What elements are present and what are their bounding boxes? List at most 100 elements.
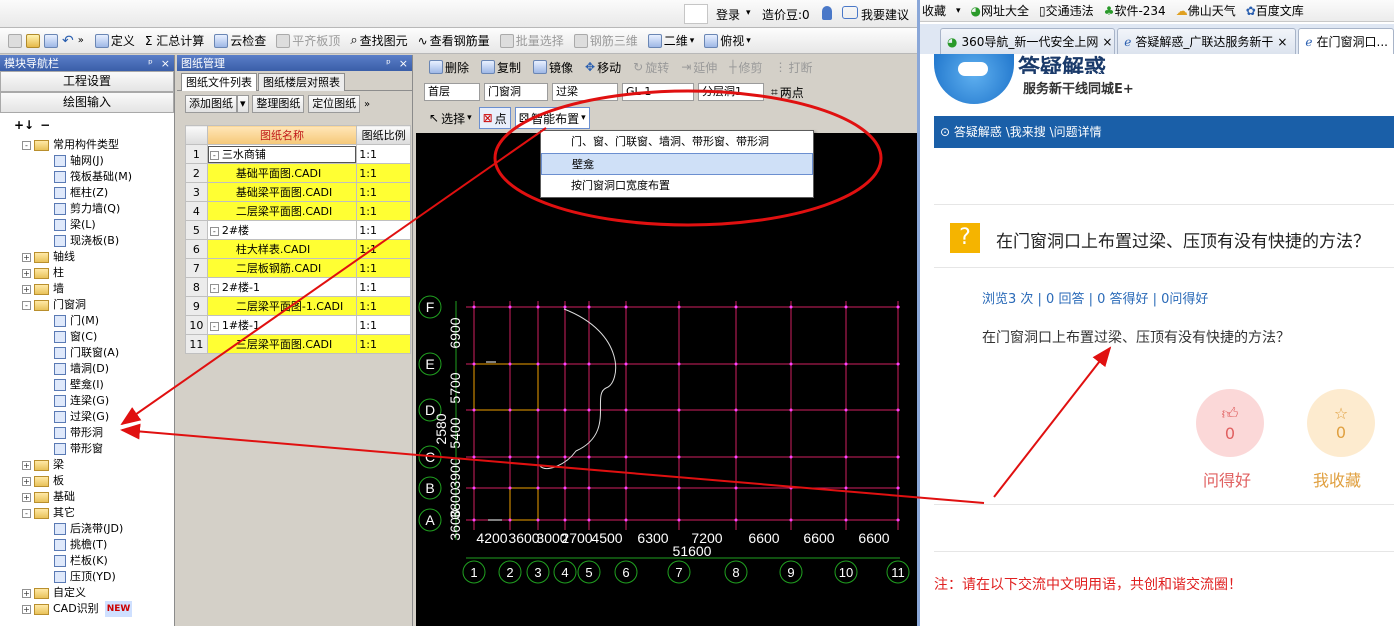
cad-canvas[interactable]: F E D C B A 1 2 3 4 5 6 7 8 9 10 11 4200 3600 3000 2700 4500 6… [416, 133, 917, 626]
collapse-all-icon[interactable]: − [40, 118, 50, 132]
more-tools-icon[interactable]: » [78, 35, 84, 46]
point-button[interactable]: ⊠ 点 [478, 107, 511, 129]
tree-item[interactable]: 过梁(G) [0, 409, 174, 425]
drawing-scale[interactable]: 1:1 [356, 182, 411, 202]
save-icon[interactable] [44, 33, 58, 48]
fav-site-nav[interactable]: ◕网址大全 [971, 2, 1030, 19]
tree-item[interactable]: + 轴线 [0, 249, 174, 265]
tree-item[interactable]: 后浇带(JD) [0, 521, 174, 537]
tab-answers[interactable]: ℯ 答疑解惑_广联达服务新干 × [1117, 28, 1297, 54]
drawing-scale[interactable]: 1:1 [356, 334, 411, 354]
copy-button[interactable]: 复制 [478, 56, 524, 78]
expand-icon[interactable]: + [22, 252, 31, 262]
batch-select-button[interactable]: 批量选择 [497, 30, 567, 52]
category-select[interactable]: 门窗洞 [484, 83, 548, 101]
collapse-icon[interactable]: - [22, 508, 31, 518]
drawing-name-cell[interactable]: - 三水商铺 [206, 144, 358, 164]
delete-button[interactable]: 删除 [426, 56, 472, 78]
fav-software[interactable]: ♣软件-234 [1104, 2, 1166, 19]
suggestion-link[interactable]: 我要建议 [861, 6, 909, 23]
table-row[interactable]: 3 基础梁平面图.CADI 1:1 [185, 182, 411, 202]
fav-traffic[interactable]: ▯交通违法 [1039, 2, 1094, 19]
drawing-name-cell[interactable]: -2#楼-1 [206, 277, 358, 297]
tab-question[interactable]: ℯ 在门窗洞口... [1298, 28, 1394, 54]
tree-item[interactable]: + 自定义 [0, 585, 174, 601]
table-row[interactable]: 5-2#楼 1:1 [185, 220, 411, 240]
find-element-button[interactable]: ⌕ 查找图元 [347, 30, 410, 52]
drawing-name-cell[interactable]: -1#楼-1 [206, 315, 358, 335]
drawing-name-cell[interactable]: 二层板钢筋.CADI [206, 258, 358, 278]
cloud-check-button[interactable]: 云检查 [211, 30, 269, 52]
top-view-dropdown[interactable]: 俯视 ▾ [701, 30, 754, 52]
drawing-name-cell[interactable]: 二层梁平面图-1.CADI [206, 296, 358, 316]
drawing-scale[interactable]: 1:1 [356, 296, 411, 316]
pin-icon[interactable]: ᵖ [386, 57, 391, 70]
collapse-icon[interactable]: - [22, 300, 31, 310]
collapse-icon[interactable]: - [209, 150, 219, 160]
pin-icon[interactable]: ᵖ [148, 57, 153, 70]
fav-weather[interactable]: ☁佛山天气 [1176, 2, 1236, 19]
menu-item-niche[interactable]: 壁龛 [541, 153, 813, 175]
rebar-3d-button[interactable]: 钢筋三维 [571, 30, 641, 52]
drawing-scale[interactable]: 1:1 [356, 239, 411, 259]
align-slab-top-button[interactable]: 平齐板顶 [273, 30, 343, 52]
table-row[interactable]: 8-2#楼-1 1:1 [185, 277, 411, 297]
extend-button[interactable]: ⇥ 延伸 [678, 56, 720, 78]
drawing-scale[interactable]: 1:1 [356, 144, 411, 164]
collapse-icon[interactable]: - [209, 321, 219, 331]
view-rebar-button[interactable]: ∿ 查看钢筋量 [415, 30, 493, 52]
drawing-scale[interactable]: 1:1 [356, 315, 411, 335]
tree-item[interactable]: 连梁(G) [0, 393, 174, 409]
drawing-scale[interactable]: 1:1 [356, 258, 411, 278]
organize-drawing-button[interactable]: 整理图纸 [252, 95, 305, 113]
project-settings-button[interactable]: 工程设置 [0, 71, 174, 92]
tree-item[interactable]: 剪力墙(Q) [0, 201, 174, 217]
expand-icon[interactable]: + [22, 492, 31, 502]
fav-wenku[interactable]: ✿百度文库 [1246, 2, 1304, 19]
tree-item[interactable]: 带形窗 [0, 441, 174, 457]
tree-item[interactable]: + CAD识别 NEW [0, 601, 174, 617]
tree-item[interactable]: 门(M) [0, 313, 174, 329]
breadcrumb-text[interactable]: 答疑解惑 \我来搜 \问题详情 [954, 125, 1102, 139]
chevron-down-icon[interactable]: ▾ [956, 6, 961, 16]
tab-floor-mapping[interactable]: 图纸楼层对照表 [258, 73, 345, 91]
tree-item[interactable]: + 板 [0, 473, 174, 489]
trim-button[interactable]: ┼ 修剪 [726, 56, 765, 78]
tree-item[interactable]: 筏板基础(M) [0, 169, 174, 185]
close-icon[interactable]: × [1277, 30, 1287, 54]
expand-icon[interactable]: + [22, 460, 31, 470]
drawing-name-cell[interactable]: 三层梁平面图.CADI [206, 334, 358, 354]
table-row[interactable]: 9 二层梁平面图-1.CADI 1:1 [185, 296, 411, 316]
tree-item[interactable]: - 常用构件类型 [0, 137, 174, 153]
drawing-name-cell[interactable]: 基础梁平面图.CADI [206, 182, 358, 202]
tree-item[interactable]: + 柱 [0, 265, 174, 281]
good-question-button[interactable]: 👍︎ 0 [1196, 389, 1264, 457]
expand-icon[interactable]: + [22, 604, 31, 614]
drawing-name-cell[interactable]: 柱大样表.CADI [206, 239, 358, 259]
move-button[interactable]: ✥ 移动 [582, 56, 624, 78]
tree-item[interactable]: 压顶(YD) [0, 569, 174, 585]
collapse-icon[interactable]: - [209, 283, 219, 293]
collapse-icon[interactable]: - [209, 226, 219, 236]
new-file-icon[interactable] [8, 33, 22, 48]
add-drawing-button[interactable]: 添加图纸 [185, 95, 237, 113]
table-row[interactable]: 11 三层梁平面图.CADI 1:1 [185, 334, 411, 354]
break-button[interactable]: ⋮ 打断 [772, 56, 816, 78]
mirror-button[interactable]: 镜像 [530, 56, 576, 78]
drawing-scale[interactable]: 1:1 [356, 163, 411, 183]
floor-select[interactable]: 首层 [424, 83, 480, 101]
table-row[interactable]: 2 基础平面图.CADI 1:1 [185, 163, 411, 183]
component-select[interactable]: GL-1 [622, 83, 694, 101]
two-points-button[interactable]: ⌗ 两点 [768, 81, 807, 103]
favorite-button[interactable]: ☆ 0 [1307, 389, 1375, 457]
table-row[interactable]: 1- 三水商铺 1:1 [185, 144, 411, 164]
tree-item[interactable]: 梁(L) [0, 217, 174, 233]
drawing-scale[interactable]: 1:1 [356, 201, 411, 221]
locate-drawing-button[interactable]: 定位图纸 [308, 95, 361, 113]
add-drawing-dropdown[interactable]: ▾ [237, 95, 249, 113]
drawing-input-button[interactable]: 绘图输入 [0, 92, 174, 113]
drawing-name-cell[interactable]: 基础平面图.CADI [206, 163, 358, 183]
table-row[interactable]: 4 二层梁平面图.CADI 1:1 [185, 201, 411, 221]
collapse-icon[interactable]: - [22, 140, 31, 150]
tree-item[interactable]: - 其它 [0, 505, 174, 521]
